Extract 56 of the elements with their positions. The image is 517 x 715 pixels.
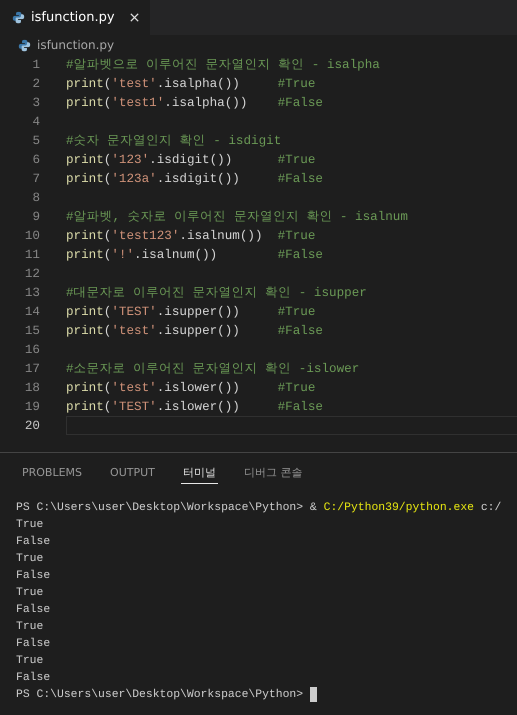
- line-number: 14: [24, 304, 40, 318]
- code-line: print('TEST'.isupper()) #True: [66, 304, 316, 318]
- line-number: 19: [24, 400, 40, 414]
- close-icon[interactable]: [128, 12, 140, 23]
- panel-tab[interactable]: PROBLEMS: [20, 463, 84, 483]
- line-number: 10: [24, 228, 40, 242]
- line-number: 12: [24, 266, 40, 280]
- line-number: 5: [31, 134, 40, 148]
- breadcrumb-file[interactable]: isfunction.py: [37, 38, 114, 52]
- terminal-line: False: [16, 570, 50, 582]
- code-line: print('test123'.isalnum()) #True: [66, 228, 316, 242]
- panel-tab[interactable]: OUTPUT: [108, 463, 157, 483]
- code-line: #알파벳, 숫자로 이루어진 문자열인지 확인 - isalnum: [66, 209, 408, 225]
- terminal-line: False: [16, 604, 50, 616]
- terminal-line: True: [16, 654, 44, 666]
- terminal-line: True: [16, 552, 44, 564]
- python-file-icon: [12, 11, 25, 24]
- code-line: print('123'.isdigit()) #True: [66, 152, 316, 166]
- editor-tab[interactable]: isfunction.py: [0, 0, 150, 35]
- code-line: print('!'.isalnum()) #False: [66, 248, 323, 262]
- line-number: 20: [24, 418, 40, 432]
- line-number: 2: [31, 76, 40, 90]
- line-number: 16: [24, 342, 40, 356]
- line-number: 6: [31, 152, 40, 166]
- line-number: 7: [31, 172, 40, 186]
- code-line: #숫자 문자열인지 확인 - isdigit: [66, 133, 282, 149]
- python-file-icon: [18, 38, 31, 52]
- terminal-line: True: [16, 518, 44, 530]
- code-line: print('test'.isalpha()) #True: [66, 76, 316, 90]
- code-line: print('test'.isupper()) #False: [66, 324, 323, 338]
- line-number: 15: [24, 324, 40, 338]
- line-number: 8: [31, 190, 40, 204]
- code-line: #알파벳으로 이루어진 문자열인지 확인 - isalpha: [66, 57, 380, 73]
- terminal-line: False: [16, 638, 50, 650]
- line-number: 17: [24, 362, 40, 376]
- panel-tab[interactable]: 터미널: [180, 463, 218, 484]
- line-number: 3: [31, 96, 40, 110]
- line-number: 4: [31, 114, 40, 128]
- terminal-line: True: [16, 620, 44, 632]
- line-number: 9: [31, 210, 40, 224]
- line-number: 1: [31, 58, 40, 72]
- line-number: 13: [24, 286, 40, 300]
- code-line: #소문자로 이루어진 문자열인지 확인 -islower: [66, 361, 360, 377]
- code-line: print('test1'.isalpha()) #False: [66, 96, 323, 110]
- terminal-line: PS C:\Users\user\Desktop\Workspace\Python> & C:/Python39/python.exe c:/: [16, 502, 502, 514]
- terminal-line: False: [16, 672, 50, 684]
- panel-tab[interactable]: 디버그 콘솔: [242, 463, 304, 483]
- code-line: print('123a'.isdigit()) #False: [66, 172, 323, 186]
- code-line: print('TEST'.islower()) #False: [66, 400, 323, 414]
- code-line: #대문자로 이루어진 문자열인지 확인 - isupper: [66, 285, 367, 301]
- code-line: print('test'.islower()) #True: [66, 380, 316, 394]
- terminal-line: False: [16, 536, 50, 548]
- terminal-line: True: [16, 586, 44, 598]
- line-number: 18: [24, 380, 40, 394]
- terminal-line: PS C:\Users\user\Desktop\Workspace\Python>: [16, 688, 304, 700]
- line-number: 11: [24, 248, 40, 262]
